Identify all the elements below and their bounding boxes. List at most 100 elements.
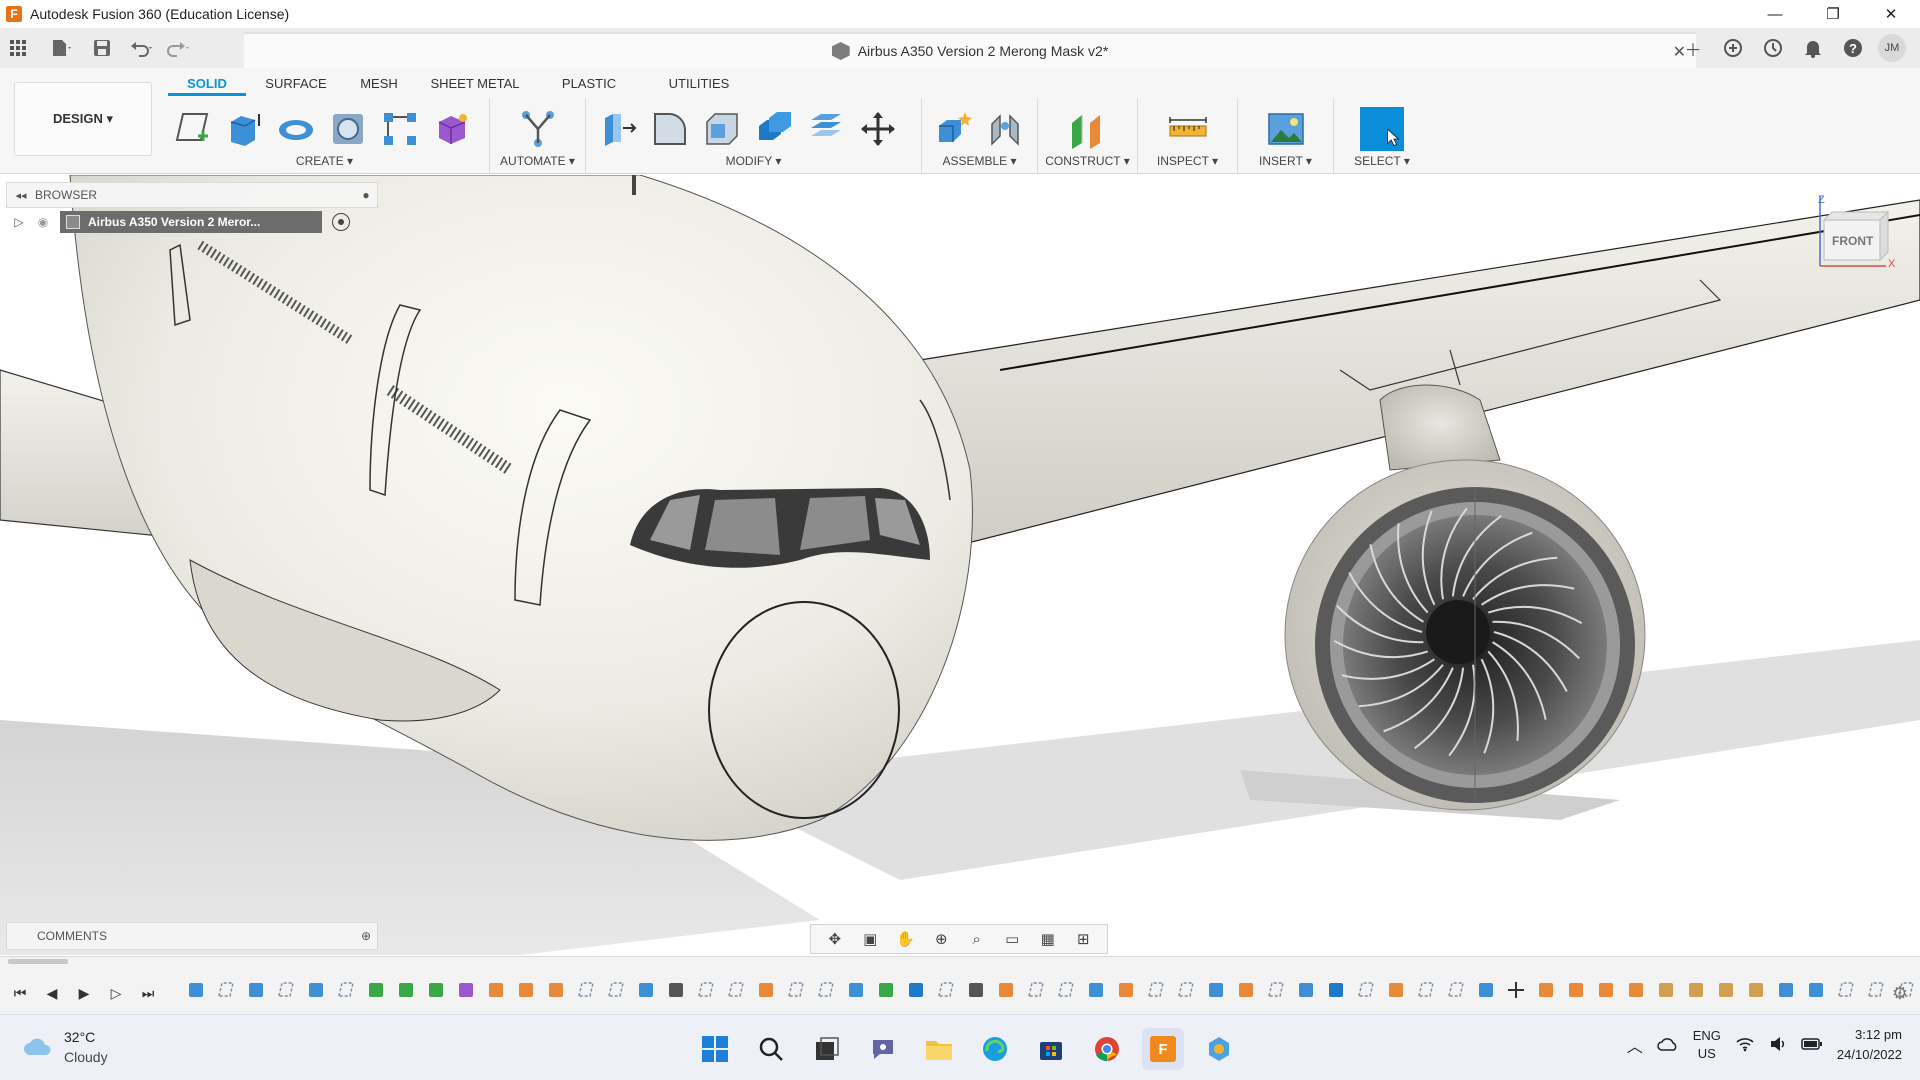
orbit-icon[interactable]: ✥ xyxy=(820,927,850,951)
timeline-sketch-icon[interactable] xyxy=(574,979,598,1001)
timeline-sketch-icon[interactable] xyxy=(1024,979,1048,1001)
timeline-fillet-icon[interactable] xyxy=(754,979,778,1001)
timeline-fillet-icon[interactable] xyxy=(1234,979,1258,1001)
step-forward-icon[interactable]: ▷ xyxy=(106,983,126,1003)
timeline-settings-gear-icon[interactable]: ⚙ xyxy=(1892,983,1908,1004)
extrude-icon[interactable] xyxy=(222,107,266,151)
timeline-extrude-icon[interactable] xyxy=(184,979,208,1001)
timeline-joint-icon[interactable] xyxy=(964,979,988,1001)
timeline-sketch-icon[interactable] xyxy=(1264,979,1288,1001)
timeline-fillet-icon[interactable] xyxy=(1564,979,1588,1001)
task-view-icon[interactable] xyxy=(806,1028,848,1070)
timeline-fillet-icon[interactable] xyxy=(1384,979,1408,1001)
new-tab-plus-icon[interactable]: ＋ xyxy=(1678,34,1708,62)
show-hidden-icons-chevron-icon[interactable]: ︿ xyxy=(1627,1033,1643,1057)
timeline-sketch-icon[interactable] xyxy=(1144,979,1168,1001)
timeline-sketch-icon[interactable] xyxy=(724,979,748,1001)
timeline-sketch-icon[interactable] xyxy=(604,979,628,1001)
timeline-fillet-icon[interactable] xyxy=(484,979,508,1001)
file-menu-icon[interactable] xyxy=(48,34,76,62)
extensions-icon[interactable] xyxy=(1718,34,1748,62)
timeline-sketch-icon[interactable] xyxy=(1174,979,1198,1001)
automate-icon[interactable] xyxy=(516,107,560,151)
redo-icon[interactable] xyxy=(164,34,192,62)
timeline-sketch-icon[interactable] xyxy=(934,979,958,1001)
insert-image-icon[interactable] xyxy=(1264,107,1308,151)
timeline-revolve-icon[interactable] xyxy=(1474,979,1498,1001)
timeline-extrude-icon[interactable] xyxy=(1774,979,1798,1001)
timeline-sketch-icon[interactable] xyxy=(1444,979,1468,1001)
viewports-icon[interactable]: ⊞ xyxy=(1068,927,1098,951)
root-component-node[interactable]: Airbus A350 Version 2 Meror... xyxy=(60,211,322,233)
timeline-revolve-icon[interactable] xyxy=(1084,979,1108,1001)
hole-icon[interactable] xyxy=(326,107,370,151)
minimize-button[interactable]: — xyxy=(1746,0,1804,28)
construct-menu-label[interactable]: CONSTRUCT ▾ xyxy=(1038,154,1137,168)
create-sketch-icon[interactable] xyxy=(170,107,214,151)
timeline-scroll-track[interactable] xyxy=(0,959,1920,965)
browser-root-row[interactable]: ▷ ◉ Airbus A350 Version 2 Meror... xyxy=(6,208,378,236)
volume-speaker-icon[interactable] xyxy=(1769,1036,1787,1055)
timeline-fillet-icon[interactable] xyxy=(1594,979,1618,1001)
timeline-component-icon[interactable] xyxy=(1654,979,1678,1001)
press-pull-icon[interactable] xyxy=(596,107,640,151)
timeline-fillet-icon[interactable] xyxy=(1534,979,1558,1001)
save-icon[interactable] xyxy=(88,34,116,62)
joint-icon[interactable] xyxy=(984,107,1028,151)
timeline-component-icon[interactable] xyxy=(1714,979,1738,1001)
go-to-start-icon[interactable]: ⏮ xyxy=(10,983,30,1003)
start-windows-icon[interactable] xyxy=(694,1028,736,1070)
timeline-fillet-icon[interactable] xyxy=(1624,979,1648,1001)
taskbar-clock[interactable]: 3:12 pm 24/10/2022 xyxy=(1837,1025,1902,1065)
timeline-sketch-icon[interactable] xyxy=(1834,979,1858,1001)
battery-icon[interactable] xyxy=(1801,1037,1823,1054)
timeline-fillet-icon[interactable] xyxy=(514,979,538,1001)
modify-menu-label[interactable]: MODIFY ▾ xyxy=(586,154,921,168)
rectangular-pattern-icon[interactable] xyxy=(378,107,422,151)
language-indicator[interactable]: ENG US xyxy=(1693,1027,1721,1063)
data-panel-grid-icon[interactable] xyxy=(4,34,32,62)
weather-widget[interactable]: 32°C Cloudy xyxy=(22,1027,108,1067)
shell-icon[interactable] xyxy=(700,107,744,151)
visibility-eye-icon[interactable]: ◉ xyxy=(32,215,54,229)
go-to-end-icon[interactable]: ⏭ xyxy=(138,983,158,1003)
close-window-button[interactable]: ✕ xyxy=(1862,0,1920,28)
play-icon[interactable]: ▶ xyxy=(74,983,94,1003)
document-tab[interactable]: Airbus A350 Version 2 Merong Mask v2* ✕ xyxy=(244,32,1696,68)
search-icon[interactable] xyxy=(750,1028,792,1070)
file-explorer-icon[interactable] xyxy=(918,1028,960,1070)
help-icon[interactable]: ? xyxy=(1838,34,1868,62)
microsoft-store-icon[interactable] xyxy=(1030,1028,1072,1070)
add-comment-icon[interactable]: ⊕ xyxy=(355,929,377,943)
create-menu-label[interactable]: CREATE ▾ xyxy=(160,154,489,168)
tab-utilities[interactable]: UTILITIES xyxy=(640,74,758,96)
timeline-extrude-icon[interactable] xyxy=(304,979,328,1001)
generic-app-icon[interactable] xyxy=(1198,1028,1240,1070)
browser-minimize-icon[interactable]: ● xyxy=(355,188,377,202)
timeline-sketch-icon[interactable] xyxy=(1864,979,1888,1001)
undo-icon[interactable] xyxy=(128,34,156,62)
step-back-icon[interactable]: ◀ xyxy=(42,983,62,1003)
onedrive-cloud-icon[interactable] xyxy=(1657,1036,1679,1055)
tab-mesh[interactable]: MESH xyxy=(346,74,412,96)
expand-arrow-icon[interactable]: ▷ xyxy=(6,215,32,229)
assemble-menu-label[interactable]: ASSEMBLE ▾ xyxy=(922,154,1037,168)
grid-snaps-icon[interactable]: ▦ xyxy=(1033,927,1063,951)
timeline-revolve-icon[interactable] xyxy=(1204,979,1228,1001)
timeline-sketch-icon[interactable] xyxy=(814,979,838,1001)
timeline-form-icon[interactable] xyxy=(454,979,478,1001)
pan-hand-icon[interactable]: ✋ xyxy=(891,927,921,951)
combine-icon[interactable] xyxy=(752,107,796,151)
move-copy-icon[interactable] xyxy=(856,107,900,151)
timeline-sketch-icon[interactable] xyxy=(214,979,238,1001)
notifications-bell-icon[interactable] xyxy=(1798,34,1828,62)
timeline-shell-icon[interactable] xyxy=(664,979,688,1001)
edge-browser-icon[interactable] xyxy=(974,1028,1016,1070)
wifi-icon[interactable] xyxy=(1735,1036,1755,1055)
viewcube-front-face[interactable]: FRONT xyxy=(1832,234,1873,248)
timeline-combine-icon[interactable] xyxy=(904,979,928,1001)
select-arrow-icon[interactable] xyxy=(1360,107,1404,151)
zoom-icon[interactable]: ⊕ xyxy=(926,927,956,951)
timeline-extrude-icon[interactable] xyxy=(244,979,268,1001)
timeline-construct-icon[interactable] xyxy=(364,979,388,1001)
